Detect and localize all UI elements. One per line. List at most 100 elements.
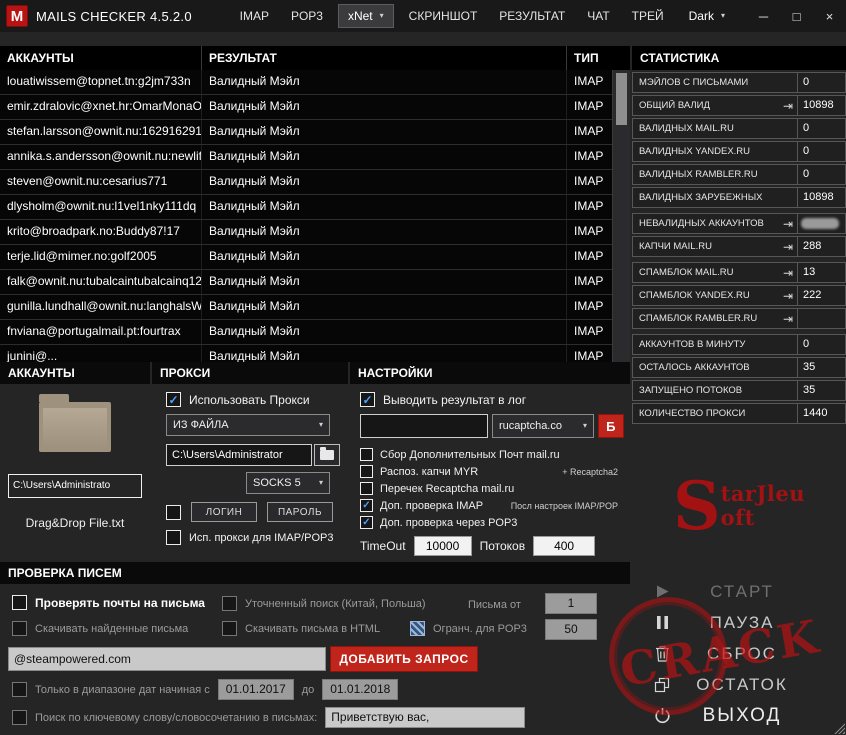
export-icon[interactable]: ⇥ xyxy=(779,266,797,280)
stat-label: ВАЛИДНЫХ ЗАРУБЕЖНЫХ xyxy=(633,192,797,203)
password-button[interactable]: ПАРОЛЬ xyxy=(267,502,333,522)
settings-option[interactable]: Сбор Дополнительных Почт mail.ru xyxy=(360,446,622,463)
proxy-source-select[interactable]: ИЗ ФАЙЛА ▾ xyxy=(166,414,330,436)
captcha-service-select[interactable]: rucaptcha.co ▾ xyxy=(492,414,594,438)
table-row[interactable]: fnviana@portugalmail.pt:fourtrax Валидны… xyxy=(0,320,612,345)
stat-row: НЕВАЛИДНЫХ АККАУНТОВ ⇥ xyxy=(632,213,846,234)
menu-dropdown-xnet[interactable]: xNet ▾ xyxy=(338,4,394,28)
download-html-checkbox[interactable] xyxy=(222,621,237,636)
table-scrollbar[interactable] xyxy=(612,70,630,362)
action-buttons: СТАРТ ПАУЗА СБРОС ОСТАТОК ВЫХОД xyxy=(632,576,846,731)
option-checkbox[interactable] xyxy=(360,516,373,529)
export-icon[interactable]: ⇥ xyxy=(779,99,797,113)
login-button[interactable]: ЛОГИН xyxy=(191,502,257,522)
minimize-button[interactable]: ─ xyxy=(747,0,780,32)
menu-item-imap[interactable]: IMAP xyxy=(229,0,280,32)
menu-dropdown-theme[interactable]: Dark ▾ xyxy=(679,4,735,28)
option-checkbox[interactable] xyxy=(360,465,373,478)
captcha-key-input[interactable] xyxy=(360,414,488,438)
threads-input[interactable]: 400 xyxy=(533,536,595,556)
start-button[interactable]: СТАРТ xyxy=(632,576,846,607)
table-row[interactable]: terje.lid@mimer.no:golf2005 Валидный Мэй… xyxy=(0,245,612,270)
scrollbar-thumb[interactable] xyxy=(616,73,627,125)
check-mails-checkbox[interactable] xyxy=(12,595,27,610)
window-controls: ─ □ × xyxy=(747,0,846,32)
query-input[interactable]: @steampowered.com xyxy=(8,647,326,671)
stat-value-text: 1440 xyxy=(803,407,827,419)
stat-value-text: 10898 xyxy=(803,99,834,111)
export-icon[interactable]: ⇥ xyxy=(779,312,797,326)
cell-account: steven@ownit.nu:cesarius771 xyxy=(0,170,202,194)
letters-from-input[interactable]: 1 xyxy=(545,593,597,614)
option-checkbox[interactable] xyxy=(360,482,373,495)
browse-folder-button[interactable] xyxy=(314,444,340,466)
date-to-input[interactable]: 01.01.2018 xyxy=(322,679,398,700)
refined-search-checkbox[interactable] xyxy=(222,596,237,611)
cell-result: Валидный Мэйл xyxy=(202,220,567,244)
table-row[interactable]: louatiwissem@topnet.tn:g2jm733n Валидный… xyxy=(0,70,612,95)
cell-result: Валидный Мэйл xyxy=(202,270,567,294)
use-proxy-checkbox[interactable] xyxy=(166,392,181,407)
keyword-input[interactable]: Приветствую вас, xyxy=(325,707,525,728)
exit-button[interactable]: ВЫХОД xyxy=(632,700,846,731)
timeout-label: TimeOut xyxy=(360,539,406,553)
timeout-input[interactable]: 10000 xyxy=(414,536,472,556)
menu-item-result[interactable]: РЕЗУЛЬТАТ xyxy=(488,0,576,32)
menu-item-pop3[interactable]: POP3 xyxy=(280,0,334,32)
balance-button[interactable]: Б xyxy=(598,414,624,438)
add-query-button[interactable]: ДОБАВИТЬ ЗАПРОС xyxy=(330,646,478,672)
remainder-button[interactable]: ОСТАТОК xyxy=(632,669,846,700)
log-output-checkbox[interactable] xyxy=(360,392,375,407)
proxy-auth-checkbox[interactable] xyxy=(166,505,181,520)
table-row[interactable]: dlysholm@ownit.nu:l1vel1nky111dq Валидны… xyxy=(0,195,612,220)
settings-option[interactable]: Распоз. капчи MYR + Recaptcha2 xyxy=(360,463,622,480)
pop3-limit-checkbox[interactable] xyxy=(410,621,425,636)
menu-item-screenshot[interactable]: СКРИНШОТ xyxy=(398,0,489,32)
column-header-result[interactable]: РЕЗУЛЬТАТ xyxy=(202,46,567,70)
table-row[interactable]: steven@ownit.nu:cesarius771 Валидный Мэй… xyxy=(0,170,612,195)
accounts-panel: АККАУНТЫ C:\Users\Administrato Drag&Drop… xyxy=(0,362,150,560)
proxy-file-input[interactable]: C:\Users\Administrator xyxy=(166,444,312,466)
cell-type: IMAP xyxy=(567,70,612,94)
proxy-imap-pop3-checkbox[interactable] xyxy=(166,530,181,545)
keyword-checkbox[interactable] xyxy=(12,710,27,725)
settings-option[interactable]: Доп. проверка через POP3 xyxy=(360,514,622,531)
table-row[interactable]: stefan.larsson@ownit.nu:1629162912 Валид… xyxy=(0,120,612,145)
option-checkbox[interactable] xyxy=(360,499,373,512)
column-header-accounts[interactable]: АККАУНТЫ xyxy=(0,46,202,70)
stat-label: НЕВАЛИДНЫХ АККАУНТОВ xyxy=(633,218,779,229)
resize-grip[interactable] xyxy=(833,722,845,734)
stat-label: ОБЩИЙ ВАЛИД xyxy=(633,100,779,111)
menu-item-chat[interactable]: ЧАТ xyxy=(576,0,620,32)
table-row[interactable]: junini@... Валидный Мэйл IMAP xyxy=(0,345,612,362)
export-icon[interactable]: ⇥ xyxy=(779,240,797,254)
table-row[interactable]: annika.s.andersson@ownit.nu:newlife Вали… xyxy=(0,145,612,170)
menu-item-tray[interactable]: ТРЕЙ xyxy=(621,0,675,32)
cell-account: terje.lid@mimer.no:golf2005 xyxy=(0,245,202,269)
folder-drop-icon[interactable] xyxy=(39,402,111,452)
cell-type: IMAP xyxy=(567,170,612,194)
close-button[interactable]: × xyxy=(813,0,846,32)
accounts-file-path[interactable]: C:\Users\Administrato xyxy=(8,474,142,498)
date-range-checkbox[interactable] xyxy=(12,682,27,697)
brand-initial: S xyxy=(673,478,721,534)
settings-option[interactable]: Перечек Recaptcha mail.ru xyxy=(360,480,622,497)
stat-value xyxy=(797,309,845,328)
reset-button[interactable]: СБРОС xyxy=(632,638,846,669)
table-row[interactable]: emir.zdralovic@xnet.hr:OmarMonaO Валидны… xyxy=(0,95,612,120)
export-icon[interactable]: ⇥ xyxy=(779,217,797,231)
option-checkbox[interactable] xyxy=(360,448,373,461)
table-row[interactable]: gunilla.lundhall@ownit.nu:langhalsW Вали… xyxy=(0,295,612,320)
pause-button[interactable]: ПАУЗА xyxy=(632,607,846,638)
use-proxy-label: Использовать Прокси xyxy=(189,393,310,407)
table-row[interactable]: falk@ownit.nu:tubalcaintubalcainq12 Вали… xyxy=(0,270,612,295)
settings-option[interactable]: Доп. проверка IMAP Посл настроек IMAP/PO… xyxy=(360,497,622,514)
download-found-checkbox[interactable] xyxy=(12,621,27,636)
date-from-input[interactable]: 01.01.2017 xyxy=(218,679,294,700)
maximize-button[interactable]: □ xyxy=(780,0,813,32)
export-icon[interactable]: ⇥ xyxy=(779,289,797,303)
proxy-type-select[interactable]: SOCKS 5 ▾ xyxy=(246,472,330,494)
table-row[interactable]: krito@broadpark.no:Buddy87!17 Валидный М… xyxy=(0,220,612,245)
column-header-type[interactable]: ТИП xyxy=(567,46,630,70)
pop3-limit-input[interactable]: 50 xyxy=(545,619,597,640)
